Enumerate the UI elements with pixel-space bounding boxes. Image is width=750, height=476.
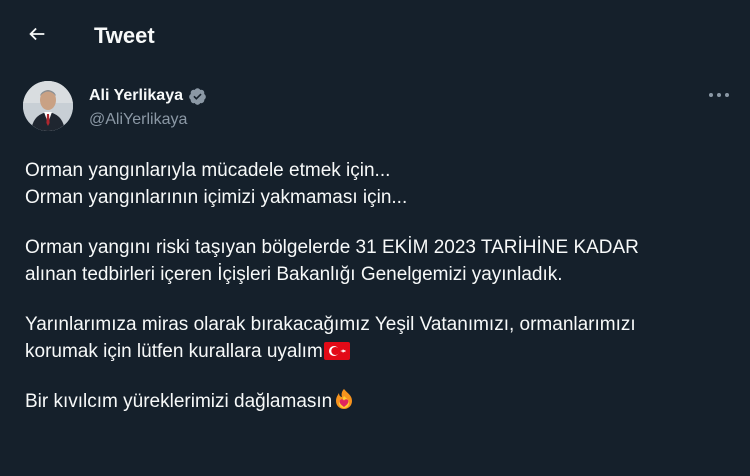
tweet-line: Orman yangınlarıyla mücadele etmek için.… (25, 160, 391, 181)
tweet-text: Orman yangınlarıyla mücadele etmek için.… (25, 157, 725, 415)
more-options-button[interactable] (704, 82, 734, 106)
tweet-line: alınan tedbirleri içeren İçişleri Bakanl… (25, 264, 563, 285)
avatar-image (23, 81, 73, 131)
tweet-line-with-fire-heart: Bir kıvılcım yüreklerimizi dağlamasın (25, 388, 725, 415)
arrow-left-icon (26, 23, 48, 50)
more-horizontal-icon (708, 85, 730, 103)
tweet-line-text: Bir kıvılcım yüreklerimizi dağlamasın (25, 391, 333, 412)
turkey-flag-emoji (323, 341, 350, 368)
page-title: Tweet (94, 23, 155, 48)
tweet-line-with-flag: korumak için lütfen kurallara uyalım (25, 338, 725, 365)
avatar[interactable] (23, 81, 73, 131)
tweet-line: Yarınlarımıza miras olarak bırakacağımız… (25, 314, 636, 335)
heart-on-fire-emoji (333, 388, 355, 418)
author-handle[interactable]: @AliYerlikaya (89, 110, 187, 130)
tweet-line: Orman yangınlarının içimizi yakmaması iç… (25, 187, 408, 208)
tweet-line: Orman yangını riski taşıyan bölgelerde 3… (25, 237, 639, 258)
author-name-row: Ali Yerlikaya (89, 86, 207, 106)
back-button[interactable] (20, 19, 54, 53)
author-display-name[interactable]: Ali Yerlikaya (89, 86, 183, 106)
tweet-line-text: korumak için lütfen kurallara uyalım (25, 341, 323, 362)
top-bar: Tweet (0, 0, 750, 70)
verified-badge-icon (188, 87, 207, 106)
